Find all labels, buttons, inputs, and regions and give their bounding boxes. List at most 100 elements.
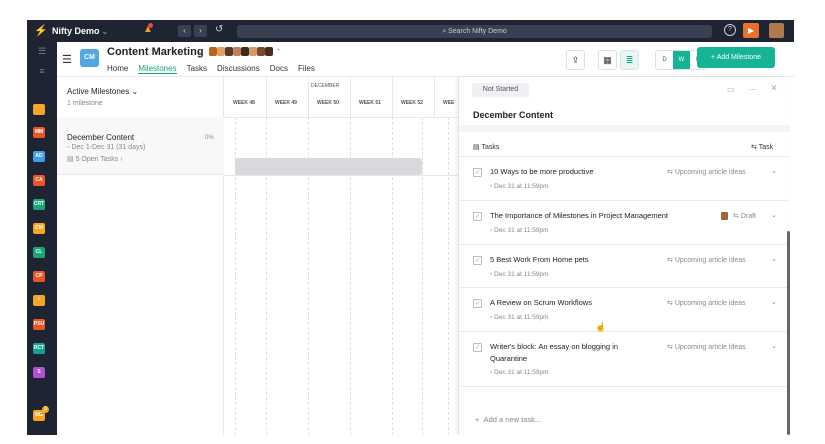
- task-name[interactable]: A Review on Scrum Workflows: [490, 297, 592, 309]
- week-label: WEE: [443, 100, 455, 106]
- add-milestone-button[interactable]: + Add Milestone: [697, 47, 775, 68]
- menu-icon[interactable]: ☰: [36, 46, 48, 56]
- milestone-percent: 0%: [205, 135, 214, 141]
- close-icon[interactable]: ×: [771, 83, 777, 94]
- hamburger-icon[interactable]: ☰: [62, 53, 72, 66]
- project-tile[interactable]: PSU: [33, 319, 45, 330]
- task-column-label: Upcoming article ideas: [674, 344, 746, 351]
- project-tile[interactable]: I: [33, 295, 45, 306]
- add-task-button[interactable]: ⇆ Task: [751, 143, 773, 151]
- nifty-logo-icon[interactable]: ⚡: [34, 25, 48, 37]
- milestone-name[interactable]: December Content: [67, 133, 134, 142]
- project-tile[interactable]: RCT: [33, 343, 45, 354]
- milestone-bar[interactable]: [235, 158, 422, 175]
- help-icon[interactable]: ?: [724, 24, 736, 36]
- project-tile[interactable]: MM: [33, 127, 45, 138]
- chevron-down-icon[interactable]: ⌄: [771, 298, 777, 306]
- active-milestones-filter[interactable]: Active Milestones ⌄: [67, 87, 138, 96]
- task-checkbox[interactable]: ✓: [473, 299, 482, 308]
- task-row[interactable]: ✓ The Importance of Milestones in Projec…: [459, 200, 790, 244]
- milestone-row[interactable]: December Content 0% ▫ Dec 1-Dec 31 (31 d…: [57, 117, 224, 175]
- task-date-text: Dec 31 at 11:59pm: [494, 227, 549, 234]
- add-task-input[interactable]: + Add a new task...: [475, 415, 541, 424]
- project-tile[interactable]: CL: [33, 247, 45, 258]
- task-row[interactable]: ✓ A Review on Scrum Workflows ▫ Dec 31 a…: [459, 287, 790, 331]
- add-member-icon[interactable]: +: [277, 47, 281, 56]
- project-tile[interactable]: CP: [33, 271, 45, 282]
- divider: [224, 117, 460, 118]
- project-tile[interactable]: AD: [33, 151, 45, 162]
- task-row[interactable]: ✓ Writer's block: An essay on blogging i…: [459, 331, 790, 386]
- back-arrow-icon[interactable]: ‹: [178, 25, 191, 37]
- milestone-detail-panel: Not Started ▭ ⋯ × December Content ▤ Tas…: [458, 77, 790, 435]
- tab-discussions[interactable]: Discussions: [217, 64, 260, 74]
- status-badge[interactable]: Not Started: [472, 83, 529, 97]
- column-icon: ⇆: [667, 344, 675, 351]
- task-checkbox[interactable]: ✓: [473, 168, 482, 177]
- open-tasks-link[interactable]: ▤ 5 Open Tasks ›: [67, 155, 123, 163]
- project-tile[interactable]: CM: [33, 223, 45, 234]
- chevron-down-icon[interactable]: ⌄: [36, 408, 48, 418]
- task-column[interactable]: ⇆ Upcoming article ideas: [667, 256, 746, 264]
- assignee-avatar[interactable]: [721, 212, 728, 220]
- member-avatars[interactable]: +: [209, 47, 281, 56]
- task-checkbox[interactable]: ✓: [473, 343, 482, 352]
- add-task-placeholder: Add a new task...: [483, 415, 542, 424]
- project-header: ☰ CM Content Marketing ⌄ + Home Mileston…: [57, 42, 794, 77]
- chevron-down-icon[interactable]: ⌄: [771, 342, 777, 350]
- tab-milestones[interactable]: Milestones: [138, 64, 177, 74]
- history-icon[interactable]: ↺: [215, 24, 223, 35]
- task-row[interactable]: ✓ 10 Ways to be more productive ▫ Dec 31…: [459, 156, 790, 200]
- chevron-down-icon[interactable]: ⌄: [771, 167, 777, 175]
- chevron-down-icon[interactable]: ⌄: [771, 211, 777, 219]
- task-checkbox[interactable]: ✓: [473, 212, 482, 221]
- avatar: [249, 47, 257, 56]
- task-name[interactable]: 5 Best Work From Home pets: [490, 254, 589, 266]
- tab-tasks[interactable]: Tasks: [187, 64, 207, 74]
- milestone-title[interactable]: December Content: [473, 110, 553, 120]
- project-tile[interactable]: CA: [33, 175, 45, 186]
- tab-files[interactable]: Files: [298, 64, 315, 74]
- tab-home[interactable]: Home: [107, 64, 128, 74]
- task-column[interactable]: ⇆ Upcoming article ideas: [667, 299, 746, 307]
- scale-day-button[interactable]: D: [656, 51, 673, 69]
- list-icon[interactable]: ≡: [36, 66, 48, 76]
- share-button[interactable]: ⇪: [566, 50, 585, 70]
- task-name[interactable]: 10 Ways to be more productive: [490, 166, 594, 178]
- list-icon: ≣: [625, 55, 634, 65]
- project-tile[interactable]: S: [33, 367, 45, 378]
- task-row[interactable]: ✓ 5 Best Work From Home pets ▫ Dec 31 at…: [459, 244, 790, 287]
- scale-week-button[interactable]: W: [673, 51, 690, 69]
- column-icon: ⇆: [667, 257, 675, 264]
- grid-view-button[interactable]: ▦: [598, 50, 617, 70]
- workspace-name[interactable]: Nifty Demo: [52, 26, 100, 36]
- column-icon: ⇆: [733, 213, 741, 220]
- tab-docs[interactable]: Docs: [270, 64, 288, 74]
- project-icon[interactable]: CM: [80, 49, 99, 67]
- play-icon[interactable]: ▶: [743, 23, 759, 38]
- task-checkbox[interactable]: ✓: [473, 256, 482, 265]
- scrollbar[interactable]: [787, 231, 790, 435]
- list-view-button[interactable]: ≣: [620, 50, 639, 70]
- task-name[interactable]: Writer's block: An essay on blogging in …: [490, 341, 650, 365]
- calendar-icon[interactable]: ▭: [727, 85, 735, 94]
- task-date: ▫ Dec 31 at 11:59pm: [490, 271, 549, 278]
- task-date-text: Dec 31 at 11:59pm: [494, 271, 549, 278]
- task-column[interactable]: ⇆ Upcoming article ideas: [667, 168, 746, 176]
- user-avatar[interactable]: [769, 23, 784, 38]
- plus-icon: +: [475, 415, 484, 424]
- top-bar: ⚡ Nifty Demo ⌄ ▲ ‹ › ↺ ⌕ Search Nifty De…: [27, 20, 794, 42]
- tasks-label: Tasks: [481, 144, 500, 151]
- search-input[interactable]: ⌕ Search Nifty Demo: [237, 25, 712, 38]
- task-name[interactable]: The Importance of Milestones in Project …: [490, 210, 668, 222]
- project-title[interactable]: Content Marketing: [107, 46, 204, 58]
- more-icon[interactable]: ⋯: [749, 85, 757, 94]
- task-column[interactable]: ⇆ Draft: [733, 212, 756, 220]
- chevron-down-icon[interactable]: ⌄: [771, 255, 777, 263]
- chevron-down-icon[interactable]: ⌄: [197, 46, 205, 57]
- chevron-down-icon[interactable]: ⌄: [102, 27, 109, 36]
- task-column[interactable]: ⇆ Upcoming article ideas: [667, 343, 746, 351]
- project-tile[interactable]: [33, 104, 45, 115]
- project-tile[interactable]: CRT: [33, 199, 45, 210]
- forward-arrow-icon[interactable]: ›: [194, 25, 207, 37]
